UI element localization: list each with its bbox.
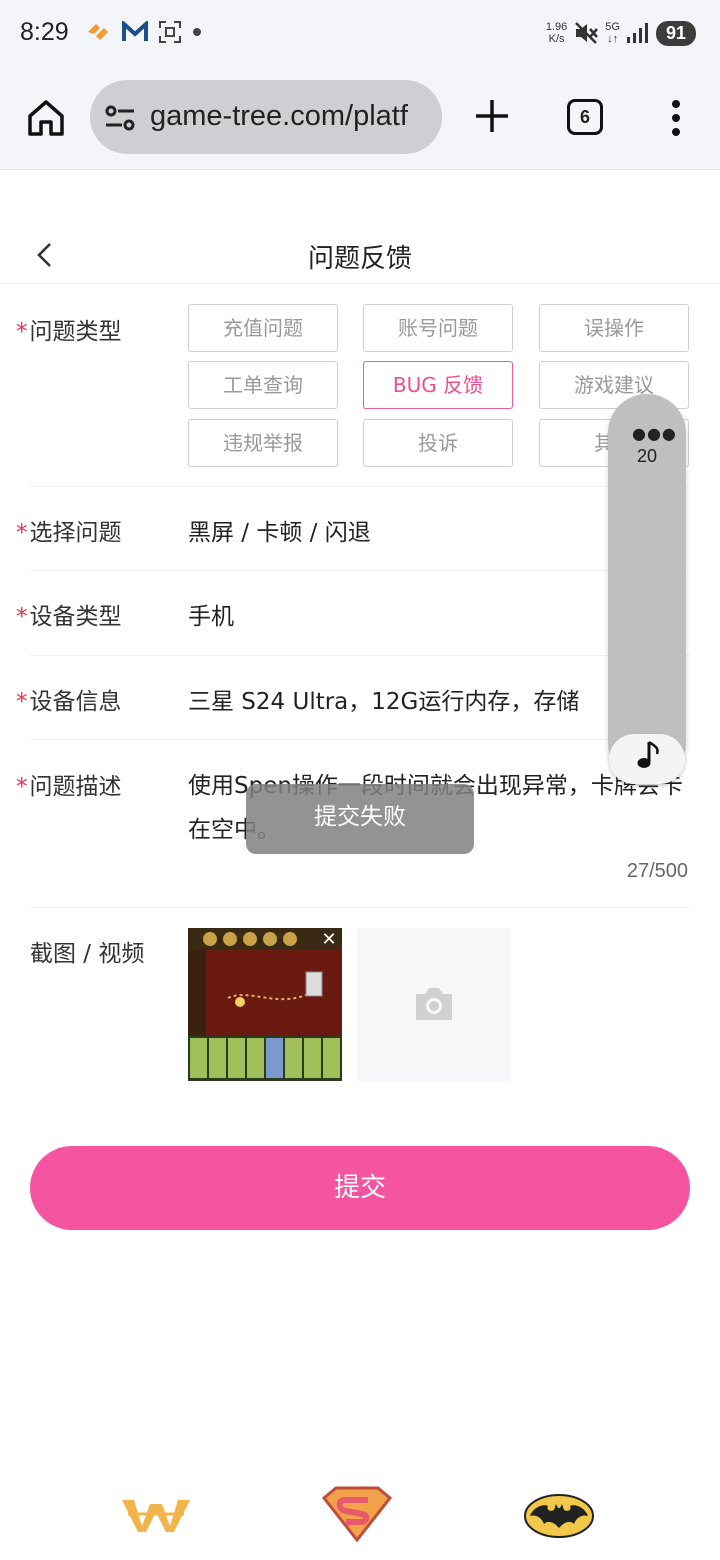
camera-icon	[416, 988, 452, 1020]
status-bar: 8:29 1.96 K/s 5G ↓↑ 91	[0, 0, 720, 66]
submit-button[interactable]: 提交	[30, 1146, 690, 1230]
battery-indicator: 91	[655, 20, 696, 46]
address-bar[interactable]: game-tree.com/platf	[90, 80, 442, 154]
chip-account[interactable]: 账号问题	[363, 304, 513, 352]
chip-bug-report[interactable]: BUG 反馈	[363, 361, 513, 409]
device-info-input[interactable]: 三星 S24 Ultra，12G运行内存，存储	[188, 682, 579, 716]
divider	[30, 907, 690, 908]
select-issue-label-text: 选择问题	[29, 520, 122, 546]
divider	[30, 570, 690, 571]
system-icons: 1.96 K/s 5G ↓↑ 91	[546, 20, 696, 46]
app-notification-icon	[88, 24, 108, 40]
issue-type-label: *问题类型	[16, 312, 122, 346]
music-button[interactable]	[609, 734, 685, 784]
char-counter: 27/500	[626, 860, 688, 882]
screenshot-icon	[159, 21, 181, 43]
issue-type-label-text: 问题类型	[29, 319, 122, 345]
description-label-text: 问题描述	[29, 774, 122, 800]
add-photo-button[interactable]	[357, 928, 510, 1081]
url-text: game-tree.com/platf	[150, 100, 408, 132]
select-issue-value[interactable]: 黑屏 / 卡顿 / 闪退	[188, 513, 371, 547]
required-mark: *	[16, 319, 28, 345]
floating-widget[interactable]: ●●● 20	[608, 394, 686, 784]
tab-switcher-button[interactable]: 6	[567, 99, 603, 135]
chip-violation-report[interactable]: 违规举报	[188, 419, 338, 467]
net-speed: 1.96 K/s	[546, 21, 567, 45]
divider	[30, 739, 690, 740]
required-mark: *	[16, 689, 28, 715]
net-speed-unit: K/s	[548, 33, 565, 45]
data-arrows-icon: ↓↑	[607, 33, 619, 45]
page-title: 问题反馈	[307, 244, 412, 274]
status-time: 8:29	[20, 18, 69, 46]
floating-count: 20	[636, 446, 658, 466]
device-info-label: *设备信息	[16, 682, 122, 716]
chip-ticket-query[interactable]: 工单查询	[188, 361, 338, 409]
music-note-icon	[637, 740, 659, 768]
required-mark: *	[16, 774, 28, 800]
network-type: 5G ↓↑	[605, 21, 620, 45]
more-menu-icon[interactable]	[664, 98, 688, 138]
screenshot-thumbnail[interactable]: ✕	[188, 928, 342, 1081]
required-mark: *	[16, 604, 28, 630]
description-label: *问题描述	[16, 767, 122, 801]
device-type-value[interactable]: 手机	[188, 597, 234, 631]
new-tab-icon[interactable]	[472, 96, 512, 136]
home-icon[interactable]	[24, 96, 68, 140]
device-type-label-text: 设备类型	[29, 604, 122, 630]
remove-thumbnail-icon[interactable]: ✕	[318, 930, 340, 952]
device-type-label: *设备类型	[16, 597, 122, 631]
wonder-woman-logo-icon	[122, 1500, 190, 1532]
site-settings-icon[interactable]	[104, 104, 136, 132]
superman-logo-icon	[322, 1486, 392, 1542]
page-header: 问题反馈	[0, 172, 720, 284]
media-label: 截图 / 视频	[30, 941, 145, 967]
net-speed-value: 1.96	[545, 21, 568, 33]
signal-icon	[626, 23, 648, 43]
chip-complaint[interactable]: 投诉	[363, 419, 513, 467]
divider	[30, 486, 690, 487]
mute-icon	[575, 22, 599, 44]
dot-icon	[193, 28, 201, 36]
browser-toolbar: game-tree.com/platf 6	[0, 66, 720, 170]
required-mark: *	[16, 520, 28, 546]
select-issue-label: *选择问题	[16, 513, 122, 547]
divider	[30, 655, 690, 656]
mail-icon	[122, 21, 148, 41]
chip-misoperation[interactable]: 误操作	[539, 304, 689, 352]
ellipsis-icon[interactable]: ●●●	[632, 424, 677, 443]
error-toast: 提交失败	[246, 784, 474, 854]
batman-logo-icon	[524, 1494, 594, 1538]
device-info-label-text: 设备信息	[29, 689, 122, 715]
chip-recharge[interactable]: 充值问题	[188, 304, 338, 352]
notification-icons	[86, 20, 202, 44]
network-type-label: 5G	[605, 21, 620, 33]
